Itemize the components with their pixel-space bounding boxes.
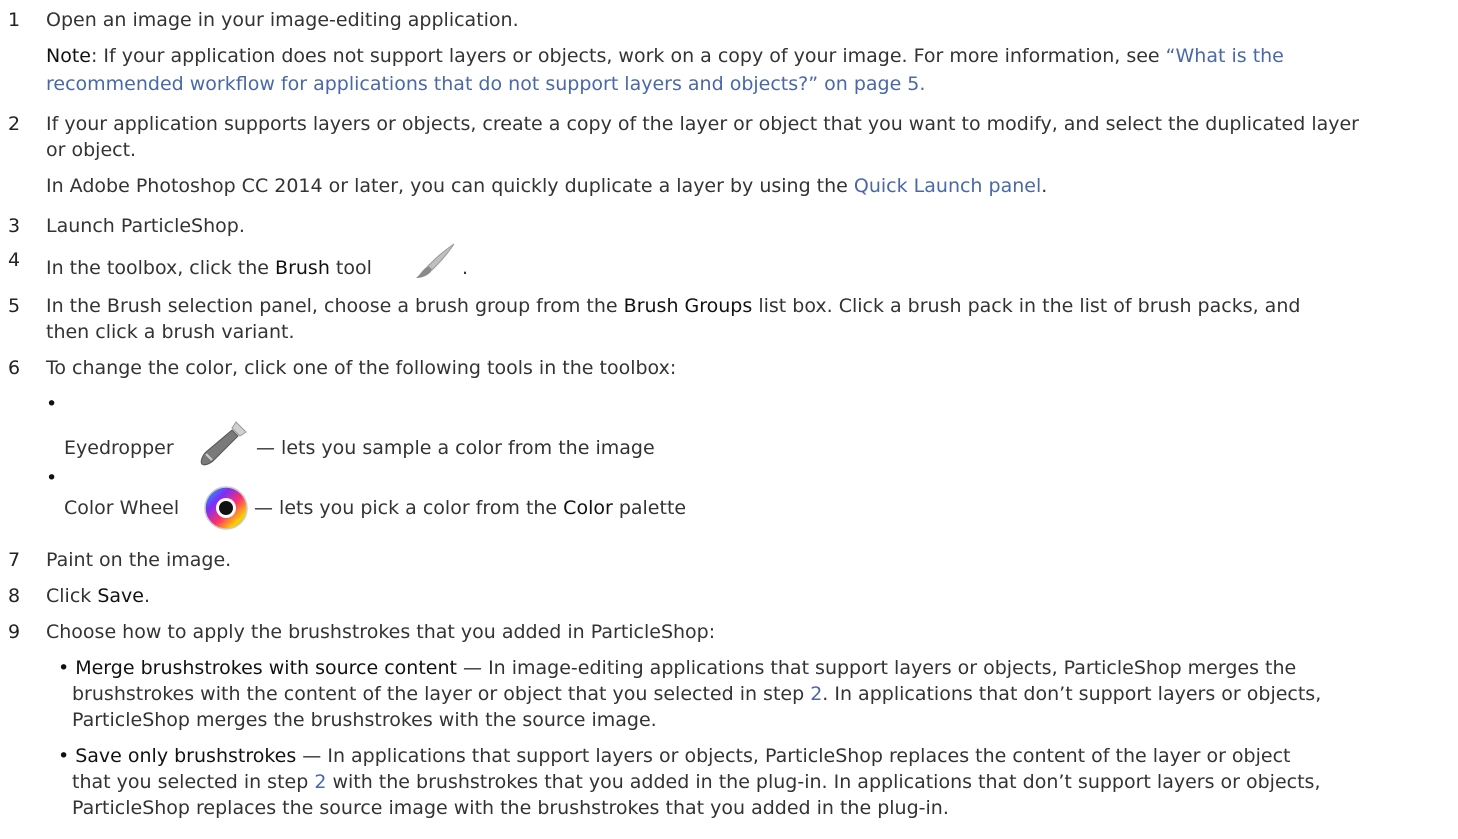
save-only-option-label: Save only brushstrokes xyxy=(75,745,297,767)
step-2-extra: In Adobe Photoshop CC 2014 or later, you… xyxy=(46,174,1047,198)
bullet-dot: • xyxy=(46,393,58,415)
step-number-6: 6 xyxy=(8,357,21,379)
bullet-dot: • xyxy=(58,745,70,767)
step-2-text-cont: or object. xyxy=(46,139,137,161)
eyedropper-icon xyxy=(200,421,247,466)
step-8-text: Click Save. xyxy=(46,584,150,608)
color-wheel-desc: — lets you pick a color from the Color p… xyxy=(254,496,686,520)
save-label: Save xyxy=(97,585,144,607)
step-9-text: Choose how to apply the brushstrokes tha… xyxy=(46,621,716,643)
step-number-8: 8 xyxy=(8,585,21,607)
step-number-3: 3 xyxy=(8,215,21,237)
bullet-dot: • xyxy=(46,467,58,489)
help-document: 1 Open an image in your image-editing ap… xyxy=(0,0,1458,839)
option-merge: • Merge brushstrokes with source content … xyxy=(58,656,1296,680)
step-4-end: . xyxy=(462,257,469,279)
merge-option-label: Merge brushstrokes with source content xyxy=(75,657,457,679)
option-save-only: • Save only brushstrokes — In application… xyxy=(58,744,1290,768)
option-save-only-line-2: that you selected in step 2 with the bru… xyxy=(72,770,1320,794)
step-number-1: 1 xyxy=(8,9,21,31)
color-wheel-icon xyxy=(204,486,248,530)
workflow-link[interactable]: “What is the xyxy=(1166,45,1284,67)
step-8-post: . xyxy=(143,585,151,607)
step-number-5: 5 xyxy=(8,295,21,317)
step-1-note: Note: If your application does not suppo… xyxy=(46,44,1284,68)
step-4-post: tool xyxy=(329,257,372,279)
step-number-2: 2 xyxy=(8,113,21,135)
step-8-pre: Click xyxy=(46,585,98,607)
step-3-text: Launch ParticleShop. xyxy=(46,215,245,237)
brush-label: Brush xyxy=(275,257,330,279)
step-number-9: 9 xyxy=(8,621,21,643)
workflow-link-cont[interactable]: recommended workflow for applications th… xyxy=(46,73,925,95)
color-wheel-desc-pre: — lets you pick a color from the xyxy=(254,497,564,519)
step-2-extra-text: In Adobe Photoshop CC 2014 or later, you… xyxy=(46,175,854,197)
bullet-dot: • xyxy=(58,657,70,679)
step-6-text: To change the color, click one of the fo… xyxy=(46,357,677,379)
step-2-link[interactable]: 2 xyxy=(314,771,326,793)
merge-desc-2-post: . In applications that don’t support lay… xyxy=(822,683,1322,705)
color-palette-label: Color xyxy=(563,497,613,519)
bullet-color-wheel: • xyxy=(46,466,63,490)
step-2-text: If your application supports layers or o… xyxy=(46,113,1359,135)
save-only-desc-2-post: with the brushstrokes that you added in … xyxy=(326,771,1321,793)
note-text: : If your application does not support l… xyxy=(90,45,1166,67)
eyedropper-desc: — lets you sample a color from the image xyxy=(256,437,655,459)
option-merge-line-3: ParticleShop merges the brushstrokes wit… xyxy=(72,709,657,731)
step-1-note-line-2: recommended workflow for applications th… xyxy=(46,72,925,96)
option-merge-line-2: brushstrokes with the content of the lay… xyxy=(72,682,1321,706)
step-5-text-cont: then click a brush variant. xyxy=(46,321,295,343)
brush-groups-label: Brush Groups xyxy=(623,295,753,317)
brush-icon xyxy=(416,243,455,278)
save-only-desc-1: — In applications that support layers or… xyxy=(296,745,1291,767)
color-wheel-desc-post: palette xyxy=(612,497,687,519)
eyedropper-label: Eyedropper xyxy=(64,437,174,459)
save-only-desc-2-pre: that you selected in step xyxy=(72,771,315,793)
step-5-text: In the Brush selection panel, choose a b… xyxy=(46,294,1300,318)
step-4-text: In the toolbox, click the Brush tool xyxy=(46,256,372,280)
step-number-4: 4 xyxy=(8,249,21,271)
note-label: Note xyxy=(46,45,91,67)
color-wheel-label: Color Wheel xyxy=(64,497,180,519)
step-2-extra-end: . xyxy=(1041,175,1048,197)
step-number-7: 7 xyxy=(8,549,21,571)
merge-desc-2-pre: brushstrokes with the content of the lay… xyxy=(72,683,811,705)
step-1-text: Open an image in your image-editing appl… xyxy=(46,9,519,31)
step-5-pre: In the Brush selection panel, choose a b… xyxy=(46,295,624,317)
step-5-post: list box. Click a brush pack in the list… xyxy=(752,295,1301,317)
bullet-eyedropper: • xyxy=(46,392,63,416)
step-4-pre: In the toolbox, click the xyxy=(46,257,276,279)
quick-launch-link[interactable]: Quick Launch panel xyxy=(854,175,1041,197)
step-2-link[interactable]: 2 xyxy=(810,683,822,705)
option-save-only-line-3: ParticleShop replaces the source image w… xyxy=(72,797,949,819)
merge-desc-1: — In image-editing applications that sup… xyxy=(456,657,1297,679)
step-7-text: Paint on the image. xyxy=(46,549,232,571)
